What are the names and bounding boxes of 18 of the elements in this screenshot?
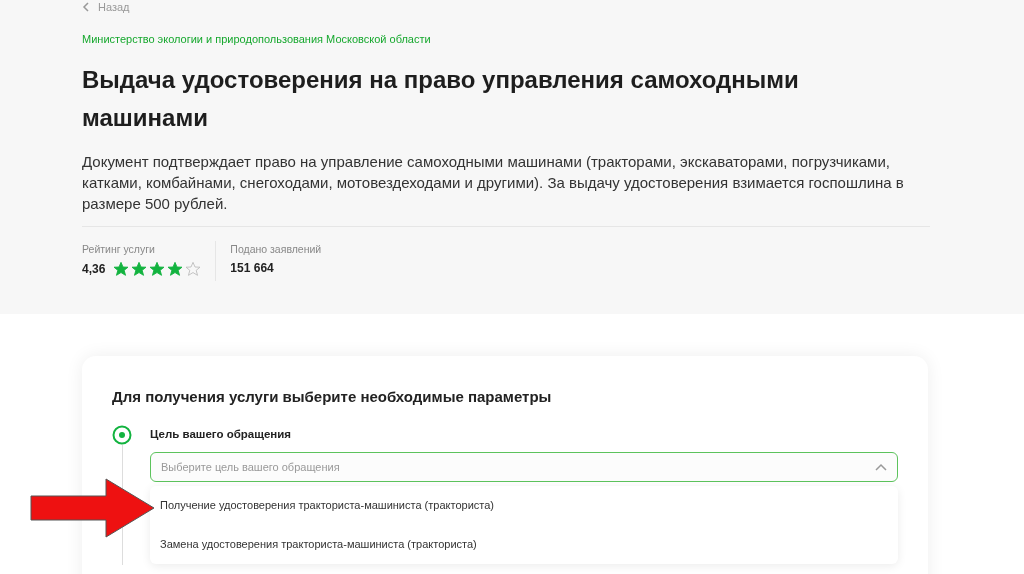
step-label: Цель вашего обращения	[150, 428, 293, 440]
filled-star-icon	[131, 261, 148, 277]
description: Документ подтверждает право на управление самоходными машинами (тракторами, экскаваторами, погрузчиками, катками, комбайнами, снегоходами, мотовездеходами и другими). За выдачу удостоверения взимается госпошлина в размере 500 рублей.	[82, 152, 905, 214]
page-title: Выдача удостоверения на право управления самоходными машинами	[82, 65, 800, 133]
filled-star-icon	[149, 261, 166, 277]
applications-label: Подано заявлений	[230, 243, 322, 255]
filled-star-icon	[113, 261, 130, 277]
rating-label: Рейтинг услуги	[82, 243, 156, 255]
dropdown-option[interactable]: Получение удостоверения тракториста-машиниста (тракториста)	[150, 486, 898, 525]
form-heading: Для получения услуги выберите необходимые параметры	[112, 388, 553, 405]
ministry-name: Министерство экологии и природопользования Московской области	[82, 33, 432, 45]
chevron-left-icon	[82, 2, 90, 12]
rating-value: 4,36	[82, 262, 106, 276]
applications-count: 151 664	[230, 261, 274, 275]
filled-star-icon	[167, 261, 184, 277]
dropdown-option[interactable]: Замена удостоверения тракториста-машиниста (тракториста)	[150, 525, 898, 564]
empty-star-icon	[185, 261, 202, 277]
chevron-up-icon	[875, 463, 887, 471]
